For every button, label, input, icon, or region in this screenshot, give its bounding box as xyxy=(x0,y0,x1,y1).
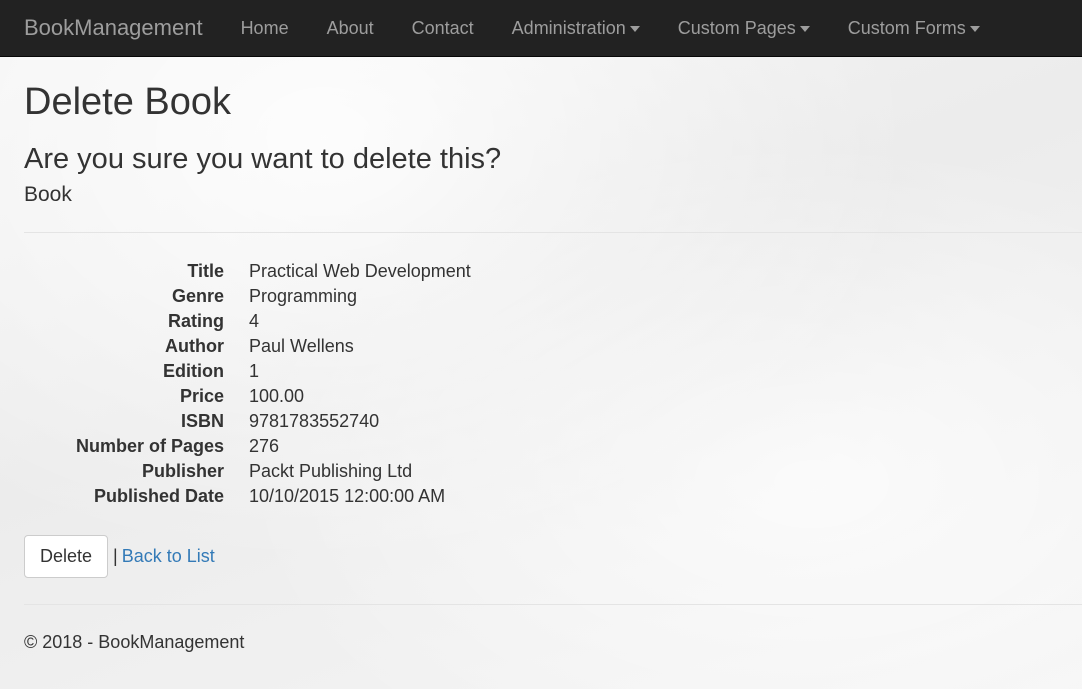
field-value-edition: 1 xyxy=(249,361,260,381)
caret-down-icon xyxy=(629,26,640,32)
field-label-edition: Edition xyxy=(163,361,224,381)
caret-down-icon xyxy=(799,26,810,32)
nav-administration-label: Administration xyxy=(511,17,626,38)
back-to-list-link[interactable]: Back to List xyxy=(122,546,215,567)
delete-confirmation-text: Are you sure you want to delete this? xyxy=(24,143,502,175)
nav-contact-label: Contact xyxy=(411,17,474,38)
field-label-number-of-pages: Number of Pages xyxy=(75,436,224,456)
book-details: Title Practical Web Development Genre Pr… xyxy=(24,259,1058,509)
footer-copyright: © 2018 - BookManagement xyxy=(24,632,245,652)
field-value-author: Paul Wellens xyxy=(249,336,354,356)
page-title: Delete Book xyxy=(24,81,232,123)
field-value-number-of-pages: 276 xyxy=(249,436,280,456)
nav-administration-dropdown[interactable]: Administration xyxy=(493,18,659,39)
field-value-price: 100.00 xyxy=(249,386,305,406)
field-label-title: Title xyxy=(187,261,224,281)
action-separator: | xyxy=(113,546,118,566)
nav-home[interactable]: Home xyxy=(222,18,308,39)
field-value-rating: 4 xyxy=(249,311,260,331)
nav-about-label: About xyxy=(326,17,374,38)
brand-link[interactable]: BookManagement xyxy=(24,15,203,41)
entity-name: Book xyxy=(24,183,72,206)
caret-down-icon xyxy=(969,26,980,32)
field-value-title: Practical Web Development xyxy=(249,261,471,281)
nav-home-label: Home xyxy=(240,17,289,38)
field-label-publisher: Publisher xyxy=(141,461,224,481)
nav-custom-pages-label: Custom Pages xyxy=(677,17,796,38)
nav-custom-forms-dropdown[interactable]: Custom Forms xyxy=(829,18,999,39)
nav-custom-forms-label: Custom Forms xyxy=(847,17,966,38)
field-value-publisher: Packt Publishing Ltd xyxy=(249,461,413,481)
divider xyxy=(24,232,1082,233)
nav-about[interactable]: About xyxy=(308,18,393,39)
field-label-published-date: Published Date xyxy=(93,486,224,506)
field-label-price: Price xyxy=(179,386,224,406)
form-actions: Delete | Back to List xyxy=(24,535,1058,578)
nav-contact[interactable]: Contact xyxy=(393,18,493,39)
field-label-isbn: ISBN xyxy=(180,411,224,431)
main-content: Delete Book Are you sure you want to del… xyxy=(0,80,1082,653)
field-label-genre: Genre xyxy=(171,286,224,306)
field-value-genre: Programming xyxy=(249,286,358,306)
nav-custom-pages-dropdown[interactable]: Custom Pages xyxy=(659,18,829,39)
delete-button[interactable]: Delete xyxy=(24,535,109,578)
field-value-published-date: 10/10/2015 12:00:00 AM xyxy=(249,486,446,506)
top-navbar: BookManagement Home About Contact Admini… xyxy=(0,0,1082,57)
field-label-author: Author xyxy=(165,336,224,356)
footer: © 2018 - BookManagement xyxy=(24,632,1058,653)
field-value-isbn: 9781783552740 xyxy=(249,411,380,431)
field-label-rating: Rating xyxy=(168,311,224,331)
footer-divider xyxy=(24,604,1082,605)
